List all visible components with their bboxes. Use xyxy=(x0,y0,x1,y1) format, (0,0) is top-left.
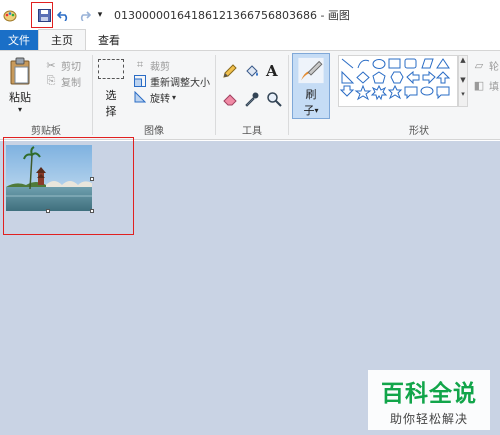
paint-app-icon[interactable] xyxy=(0,4,20,26)
scissors-icon: ✂ xyxy=(46,58,56,72)
copy-button[interactable]: ⎘ 复制 xyxy=(44,73,81,89)
brushes-group: 刷 子 ▾ xyxy=(289,51,335,139)
clipboard-group-label: 剪贴板 xyxy=(31,126,61,137)
resize-icon xyxy=(133,74,147,88)
tab-home[interactable]: 主页 xyxy=(38,29,86,50)
watermark-subtitle: 助你轻松解决 xyxy=(389,411,468,426)
image-group: 选 择 ⌗ 裁剪 重新调整大小 旋转 ▾ 图像 xyxy=(93,51,215,139)
rotate-icon xyxy=(133,90,147,104)
outline-label: 轮 xyxy=(489,61,499,73)
cut-label: 剪切 xyxy=(61,61,81,73)
select-label-line1: 选 xyxy=(105,89,117,102)
cut-button[interactable]: ✂ 剪切 xyxy=(44,57,81,73)
fill-button[interactable]: ◧ 填 xyxy=(472,77,499,93)
crop-label: 裁剪 xyxy=(150,61,170,73)
text-tool-icon[interactable]: A xyxy=(266,63,278,82)
redo-icon[interactable] xyxy=(74,4,94,26)
watermark-title: 百科全说 xyxy=(381,380,477,407)
brushes-button[interactable]: 刷 子 ▾ xyxy=(292,53,330,119)
magnifier-icon[interactable] xyxy=(266,91,282,110)
paste-label: 粘贴 xyxy=(9,91,31,104)
shapes-group-label: 形状 xyxy=(409,126,429,137)
crop-icon: ⌗ xyxy=(136,58,144,71)
customize-qa-icon[interactable]: ▾ xyxy=(94,4,106,26)
brushes-label-line2: 子 xyxy=(303,104,315,117)
resize-button[interactable]: 重新调整大小 xyxy=(133,73,210,89)
clipboard-icon xyxy=(10,57,30,85)
scroll-down-icon[interactable]: ▼ xyxy=(459,76,467,84)
image-group-label: 图像 xyxy=(144,126,164,137)
chevron-down-icon: ▾ xyxy=(314,105,319,115)
image-highlight-box xyxy=(3,137,134,235)
crop-button[interactable]: ⌗ 裁剪 xyxy=(133,57,210,73)
scroll-up-icon[interactable]: ▲ xyxy=(459,56,467,64)
tools-group-label: 工具 xyxy=(242,126,262,137)
outline-icon: ▱ xyxy=(474,58,484,72)
select-button[interactable]: 选 择 xyxy=(98,59,124,119)
fill-bucket-icon[interactable] xyxy=(244,63,260,82)
tab-view[interactable]: 查看 xyxy=(86,30,132,50)
ribbon: 粘贴 ▾ ✂ 剪切 ⎘ 复制 剪贴板 选 择 ⌗ 裁剪 重新调整大小 旋转 ▾ … xyxy=(0,50,500,140)
color-picker-icon[interactable] xyxy=(244,91,260,110)
tab-file[interactable]: 文件 xyxy=(0,30,38,50)
save-highlight-box xyxy=(31,2,53,28)
clipboard-group: 粘贴 ▾ ✂ 剪切 ⎘ 复制 剪贴板 xyxy=(0,51,92,139)
paste-button[interactable]: 粘贴 ▾ xyxy=(8,57,32,114)
fill-icon: ◧ xyxy=(473,78,485,92)
selection-icon xyxy=(98,59,124,79)
shape-options: ▱ 轮 ◧ 填 xyxy=(472,57,499,93)
shapes-icons xyxy=(339,58,451,101)
eraser-icon[interactable] xyxy=(222,91,238,110)
window-title: 013000001641861213667568036​86 - 画图 xyxy=(114,9,350,22)
watermark: 百科全说 助你轻松解决 xyxy=(368,370,490,430)
outline-button[interactable]: ▱ 轮 xyxy=(472,57,499,73)
copy-icon: ⎘ xyxy=(46,74,56,87)
ribbon-tabs: 文件 主页 查看 xyxy=(0,29,500,50)
select-label-line2: 择 xyxy=(105,105,117,118)
pencil-icon[interactable] xyxy=(222,63,238,82)
chevron-down-icon: ▾ xyxy=(17,105,22,114)
chevron-down-icon: ▾ xyxy=(172,92,177,102)
rotate-button[interactable]: 旋转 ▾ xyxy=(133,89,210,105)
tools-group: A 工具 xyxy=(216,51,288,139)
expand-gallery-icon[interactable]: ▾ xyxy=(459,90,467,98)
title-bar: ▾ 013000001641861213667568036​86 - 画图 xyxy=(0,0,500,30)
shapes-gallery xyxy=(338,55,458,107)
rotate-label: 旋转 xyxy=(150,93,170,105)
fill-label: 填 xyxy=(489,81,499,93)
brushes-label-line1: 刷 xyxy=(305,88,317,101)
copy-label: 复制 xyxy=(61,77,81,89)
shapes-scrollbar[interactable]: ▲ ▼ ▾ xyxy=(458,55,468,107)
undo-icon[interactable] xyxy=(54,4,74,26)
resize-label: 重新调整大小 xyxy=(150,77,210,89)
brush-icon xyxy=(298,57,324,84)
quick-access-toolbar: ▾ xyxy=(0,0,106,30)
